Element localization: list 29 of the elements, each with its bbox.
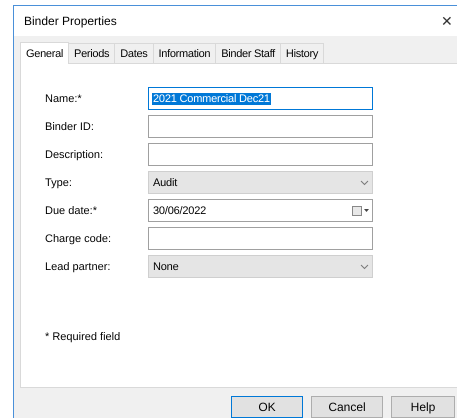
input-field[interactable] <box>148 227 373 250</box>
dialog-button[interactable]: Cancel <box>311 396 383 418</box>
chevron-down-icon <box>360 264 369 270</box>
dialog-button[interactable]: Help <box>391 396 455 418</box>
input-field[interactable]: 2021 Commercial Dec21 <box>148 87 373 110</box>
chevron-down-icon <box>360 180 369 186</box>
field-label: Lead partner: <box>45 260 112 274</box>
dropdown[interactable]: Audit <box>148 171 373 194</box>
field-label: Charge code: <box>45 232 112 246</box>
input-field[interactable] <box>148 115 373 138</box>
field-label: Description: <box>45 148 104 162</box>
field-label: Due date:* <box>45 204 98 218</box>
field-value: Audit <box>152 176 178 188</box>
dropdown[interactable]: None <box>148 255 373 278</box>
close-button[interactable]: ✕ <box>441 13 453 29</box>
tab[interactable]: History <box>280 43 324 63</box>
tab[interactable]: General <box>20 42 70 64</box>
field-value: 2021 Commercial Dec21 <box>152 92 271 104</box>
field-label: Binder ID: <box>45 120 95 134</box>
required-note: * Required field <box>45 331 122 343</box>
calendar-dropdown-icon[interactable] <box>352 206 369 216</box>
dialog-button[interactable]: OK <box>231 396 303 418</box>
input-field[interactable] <box>148 143 373 166</box>
window-title: Binder Properties <box>24 14 117 28</box>
date-field[interactable]: 30/06/2022 <box>148 199 373 222</box>
field-label: Name:* <box>45 92 83 106</box>
field-value: None <box>152 260 180 272</box>
field-value: 30/06/2022 <box>152 204 208 216</box>
field-label: Type: <box>45 176 73 190</box>
